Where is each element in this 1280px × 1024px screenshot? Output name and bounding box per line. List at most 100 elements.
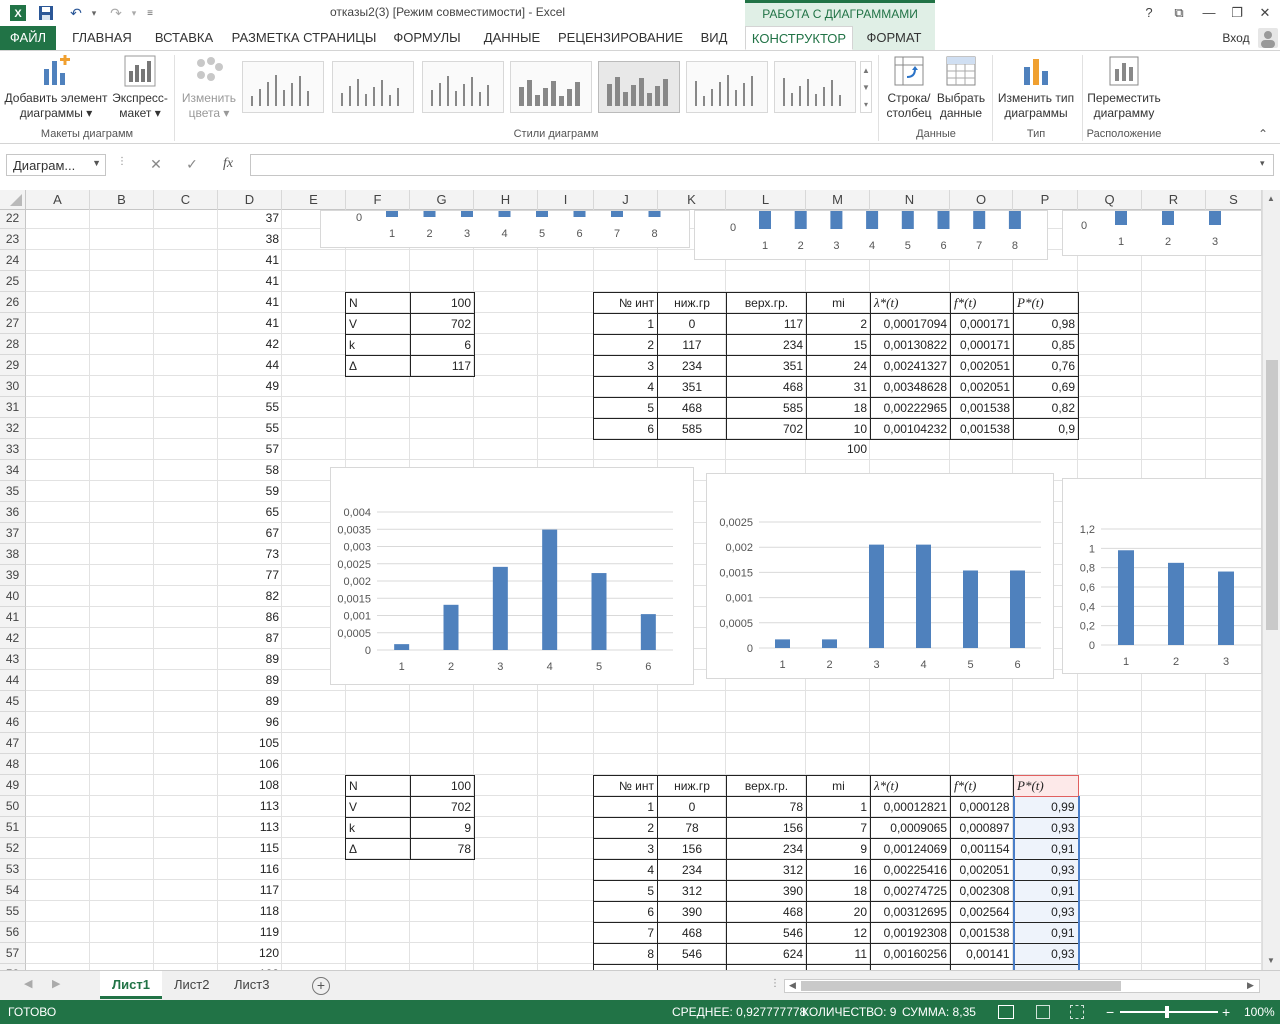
- row-header[interactable]: 29: [0, 355, 26, 376]
- table-cell[interactable]: 0,00124069: [870, 838, 951, 860]
- table-cell[interactable]: 0,93: [1012, 817, 1080, 839]
- column-heading[interactable]: № инт: [593, 775, 658, 797]
- row-header[interactable]: 40: [0, 586, 26, 607]
- tab-design[interactable]: КОНСТРУКТОР: [745, 26, 853, 50]
- table-cell[interactable]: 0,85: [1013, 334, 1079, 356]
- row-header[interactable]: 38: [0, 544, 26, 565]
- table-cell[interactable]: 2: [593, 817, 658, 839]
- zoom-level[interactable]: 100%: [1244, 1000, 1275, 1024]
- table-cell[interactable]: 0: [657, 796, 727, 818]
- scroll-right-icon[interactable]: ▶: [1247, 980, 1254, 991]
- zoom-in-icon[interactable]: +: [1222, 1000, 1230, 1024]
- cell-d[interactable]: 41: [218, 313, 282, 334]
- cell-d[interactable]: 77: [218, 565, 282, 586]
- cell-d[interactable]: 89: [218, 691, 282, 712]
- column-header[interactable]: L: [726, 190, 806, 210]
- column-header[interactable]: N: [870, 190, 950, 210]
- table-cell[interactable]: 0,99: [1012, 796, 1080, 818]
- chart-bar[interactable]: [591, 573, 607, 650]
- param-name[interactable]: N: [345, 292, 411, 314]
- row-header[interactable]: 51: [0, 817, 26, 838]
- table-cell[interactable]: 0,00141: [950, 943, 1014, 965]
- cell-d[interactable]: 119: [218, 922, 282, 943]
- cell-d[interactable]: 105: [218, 733, 282, 754]
- table-cell[interactable]: 1: [593, 313, 658, 335]
- chart-style-thumb[interactable]: [422, 61, 504, 113]
- chart-bar[interactable]: [866, 211, 879, 229]
- table-cell[interactable]: 0,98: [1013, 313, 1079, 335]
- table-cell[interactable]: 18: [806, 397, 871, 419]
- table-cell[interactable]: 156: [726, 817, 807, 839]
- row-header[interactable]: 49: [0, 775, 26, 796]
- table-cell[interactable]: 0,00241327: [870, 355, 951, 377]
- name-box-dropdown-icon[interactable]: ▼: [92, 158, 101, 168]
- column-header[interactable]: D: [218, 190, 282, 210]
- row-header[interactable]: 44: [0, 670, 26, 691]
- table-cell[interactable]: 234: [726, 334, 807, 356]
- table-cell[interactable]: 0,00012821: [870, 796, 951, 818]
- minimize-button[interactable]: —: [1194, 3, 1224, 23]
- cell-m33[interactable]: 100: [806, 439, 870, 460]
- column-heading[interactable]: mi: [806, 775, 871, 797]
- add-chart-element-button[interactable]: Добавить элемент диаграммы ▾: [4, 55, 108, 121]
- undo-dropdown-icon[interactable]: ▾: [84, 3, 104, 23]
- collapse-ribbon-icon[interactable]: ⌃: [1258, 127, 1268, 141]
- row-header[interactable]: 35: [0, 481, 26, 502]
- chart-bar[interactable]: [640, 614, 656, 650]
- page-break-view-icon[interactable]: [1070, 1005, 1084, 1019]
- table-cell[interactable]: 1: [806, 796, 871, 818]
- row-header[interactable]: 32: [0, 418, 26, 439]
- tab-view[interactable]: ВИД: [692, 26, 736, 50]
- table-cell[interactable]: 0: [657, 313, 727, 335]
- row-header[interactable]: 54: [0, 880, 26, 901]
- table-cell[interactable]: 0,00160256: [870, 943, 951, 965]
- hscroll-split-icon[interactable]: ⋮: [770, 978, 780, 989]
- chart-bar[interactable]: [461, 211, 473, 217]
- row-header[interactable]: 50: [0, 796, 26, 817]
- chart-bar[interactable]: [1115, 211, 1127, 225]
- row-header[interactable]: 46: [0, 712, 26, 733]
- cell-d[interactable]: 82: [218, 586, 282, 607]
- change-colors-button[interactable]: Изменить цвета ▾: [178, 55, 240, 121]
- select-data-button[interactable]: Выбрать данные: [934, 55, 988, 121]
- table-cell[interactable]: 0,93: [1012, 859, 1080, 881]
- table-cell[interactable]: 0,002051: [950, 355, 1014, 377]
- expand-formula-bar-icon[interactable]: ▾: [1260, 158, 1265, 169]
- ribbon-display-options-button[interactable]: ⧉: [1164, 3, 1194, 23]
- table-cell[interactable]: 15: [806, 334, 871, 356]
- table-cell[interactable]: 624: [726, 943, 807, 965]
- tab-insert[interactable]: ВСТАВКА: [148, 26, 220, 50]
- row-header[interactable]: 57: [0, 943, 26, 964]
- table-cell[interactable]: 234: [726, 838, 807, 860]
- table-cell[interactable]: 0,00192308: [870, 922, 951, 944]
- cell-d[interactable]: 113: [218, 796, 282, 817]
- table-cell[interactable]: 0,93: [1012, 943, 1080, 965]
- table-cell[interactable]: 0,002564: [950, 901, 1014, 923]
- chart-bar[interactable]: [822, 639, 837, 648]
- row-header[interactable]: 53: [0, 859, 26, 880]
- column-header[interactable]: F: [346, 190, 410, 210]
- param-value[interactable]: 100: [410, 775, 475, 797]
- table-cell[interactable]: 0,000897: [950, 817, 1014, 839]
- cell-d[interactable]: 41: [218, 250, 282, 271]
- chart-bar[interactable]: [937, 211, 950, 229]
- table-cell[interactable]: 0,91: [1012, 838, 1080, 860]
- column-header[interactable]: B: [90, 190, 154, 210]
- param-name[interactable]: V: [345, 796, 411, 818]
- column-header[interactable]: J: [594, 190, 658, 210]
- table-cell[interactable]: 4: [593, 859, 658, 881]
- close-button[interactable]: ✕: [1250, 3, 1280, 23]
- cell-d[interactable]: 37: [218, 210, 282, 229]
- param-value[interactable]: 702: [410, 796, 475, 818]
- cancel-formula-icon[interactable]: ✕: [146, 156, 166, 174]
- move-chart-button[interactable]: Переместить диаграмму: [1084, 55, 1164, 121]
- cell-d[interactable]: 118: [218, 901, 282, 922]
- chart-bar[interactable]: [973, 211, 986, 229]
- change-chart-type-button[interactable]: Изменить тип диаграммы: [994, 55, 1078, 121]
- cell-d[interactable]: 89: [218, 670, 282, 691]
- chart-bar[interactable]: [394, 644, 410, 650]
- signin-link[interactable]: Вход: [1216, 26, 1256, 50]
- chart-bar[interactable]: [1218, 571, 1234, 645]
- column-header[interactable]: M: [806, 190, 870, 210]
- cell-d[interactable]: 65: [218, 502, 282, 523]
